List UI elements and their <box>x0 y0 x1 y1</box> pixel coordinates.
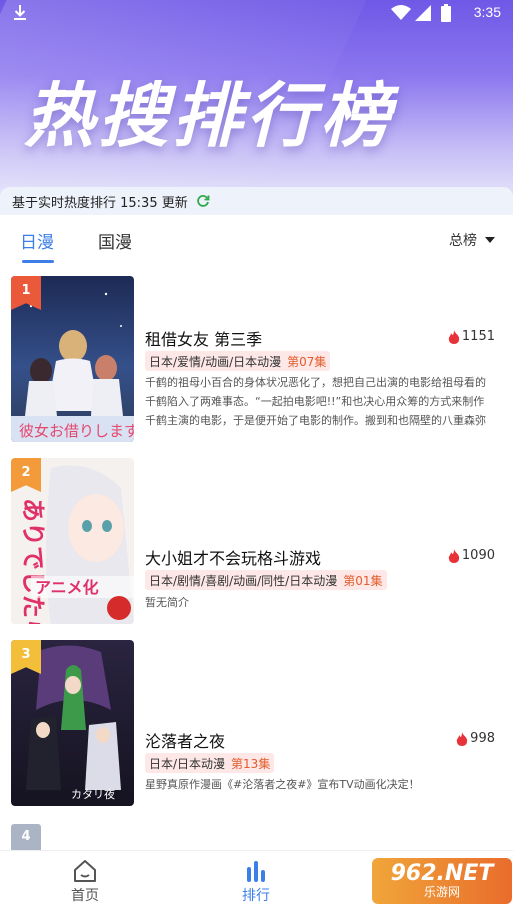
item-title[interactable]: 沦落者之夜 <box>145 728 225 752</box>
list-item[interactable]: 彼女お借りします 1 租借女友 第三季 1151 日本/爱情/动画/日本动漫 第… <box>0 276 513 442</box>
tab-japanese-anime[interactable]: 日漫 <box>20 228 54 253</box>
rank-number: 2 <box>21 465 31 480</box>
download-icon <box>14 5 26 20</box>
item-title[interactable]: 租借女友 第三季 <box>145 326 262 350</box>
signal-icon <box>415 5 431 21</box>
battery-icon <box>441 4 451 22</box>
cover-image[interactable]: ありでしたら アニメ化 2 <box>11 458 134 624</box>
update-text: 基于实时热度排行 15:35 更新 <box>12 195 188 211</box>
cover-image[interactable]: 彼女お借りします 1 <box>11 276 134 442</box>
refresh-icon[interactable] <box>196 194 210 208</box>
svg-text:アニメ化: アニメ化 <box>35 578 99 597</box>
tag-badge: 日本/剧情/喜剧/动画/同性/日本动漫 第01集 <box>145 570 387 590</box>
rank-type-label: 总榜 <box>449 233 477 249</box>
heat-count: 1090 <box>448 548 495 563</box>
rank-number: 1 <box>21 283 31 298</box>
list-item[interactable]: カタリ夜 3 沦落者之夜 998 日本/日本动漫 第13集 星野真原作漫画《#沦… <box>0 640 513 806</box>
svg-text:カタリ夜: カタリ夜 <box>71 787 115 801</box>
flame-icon <box>456 731 468 746</box>
update-bar: 基于实时热度排行 15:35 更新 <box>0 187 513 215</box>
hero-banner: 3:35 热搜排行榜 <box>0 0 513 215</box>
active-tab-indicator <box>22 260 54 263</box>
item-title[interactable]: 大小姐才不会玩格斗游戏 <box>145 545 321 569</box>
rank-badge: 4 <box>11 824 41 850</box>
watermark-bottom: 乐游网 <box>423 885 460 899</box>
tab-chinese-anime[interactable]: 国漫 <box>98 228 132 253</box>
ranking-bars-icon <box>247 861 265 882</box>
status-bar: 3:35 <box>0 0 513 28</box>
heat-value: 998 <box>470 731 495 746</box>
wifi-icon <box>391 5 411 20</box>
nav-home[interactable]: 首页 <box>55 859 115 905</box>
banner-title: 热搜排行榜 <box>24 75 394 157</box>
episode-label: 第13集 <box>231 756 271 771</box>
genre-tags: 日本/日本动漫 <box>149 756 226 771</box>
home-icon <box>74 860 96 882</box>
tag-badge: 日本/爱情/动画/日本动漫 第07集 <box>145 351 331 371</box>
status-time: 3:35 <box>473 4 501 20</box>
rank-number: 3 <box>21 647 31 662</box>
item-description: 千鹤的祖母小百合的身体状况恶化了，想把自己出演的电影给祖母看的千鹤陷入了两难事态… <box>145 376 486 427</box>
item-description: 暂无简介 <box>145 596 189 609</box>
nav-ranking-label: 排行 <box>242 888 270 904</box>
rank-type-dropdown[interactable]: 总榜 <box>449 230 495 250</box>
nav-home-label: 首页 <box>71 888 99 904</box>
list-item[interactable]: ありでしたら アニメ化 2 大小姐才不会玩格斗游戏 1090 日本/剧情/喜剧/… <box>0 458 513 624</box>
category-tabs: 日漫 国漫 总榜 <box>0 220 513 266</box>
episode-label: 第07集 <box>287 354 327 369</box>
site-watermark: 962.NET 乐游网 <box>372 858 512 904</box>
svg-text:ありでしたら: ありでしたら <box>19 498 47 624</box>
tag-badge: 日本/日本动漫 第13集 <box>145 753 275 773</box>
heat-count: 1151 <box>448 329 495 344</box>
genre-tags: 日本/剧情/喜剧/动画/同性/日本动漫 <box>149 573 338 588</box>
svg-text:彼女お借りします: 彼女お借りします <box>19 422 134 440</box>
rank-number: 4 <box>21 829 31 844</box>
heat-count: 998 <box>456 731 495 746</box>
flame-icon <box>448 329 460 344</box>
cover-image[interactable]: カタリ夜 3 <box>11 640 134 806</box>
flame-icon <box>448 548 460 563</box>
watermark-top: 962.NET <box>390 861 494 886</box>
caret-down-icon <box>485 237 495 243</box>
nav-ranking[interactable]: 排行 <box>226 859 286 905</box>
item-description: 星野真原作漫画《#沦落者之夜#》宣布TV动画化决定！ <box>145 778 420 791</box>
episode-label: 第01集 <box>343 573 383 588</box>
heat-value: 1151 <box>461 329 495 344</box>
genre-tags: 日本/爱情/动画/日本动漫 <box>149 354 282 369</box>
heat-value: 1090 <box>461 548 495 563</box>
